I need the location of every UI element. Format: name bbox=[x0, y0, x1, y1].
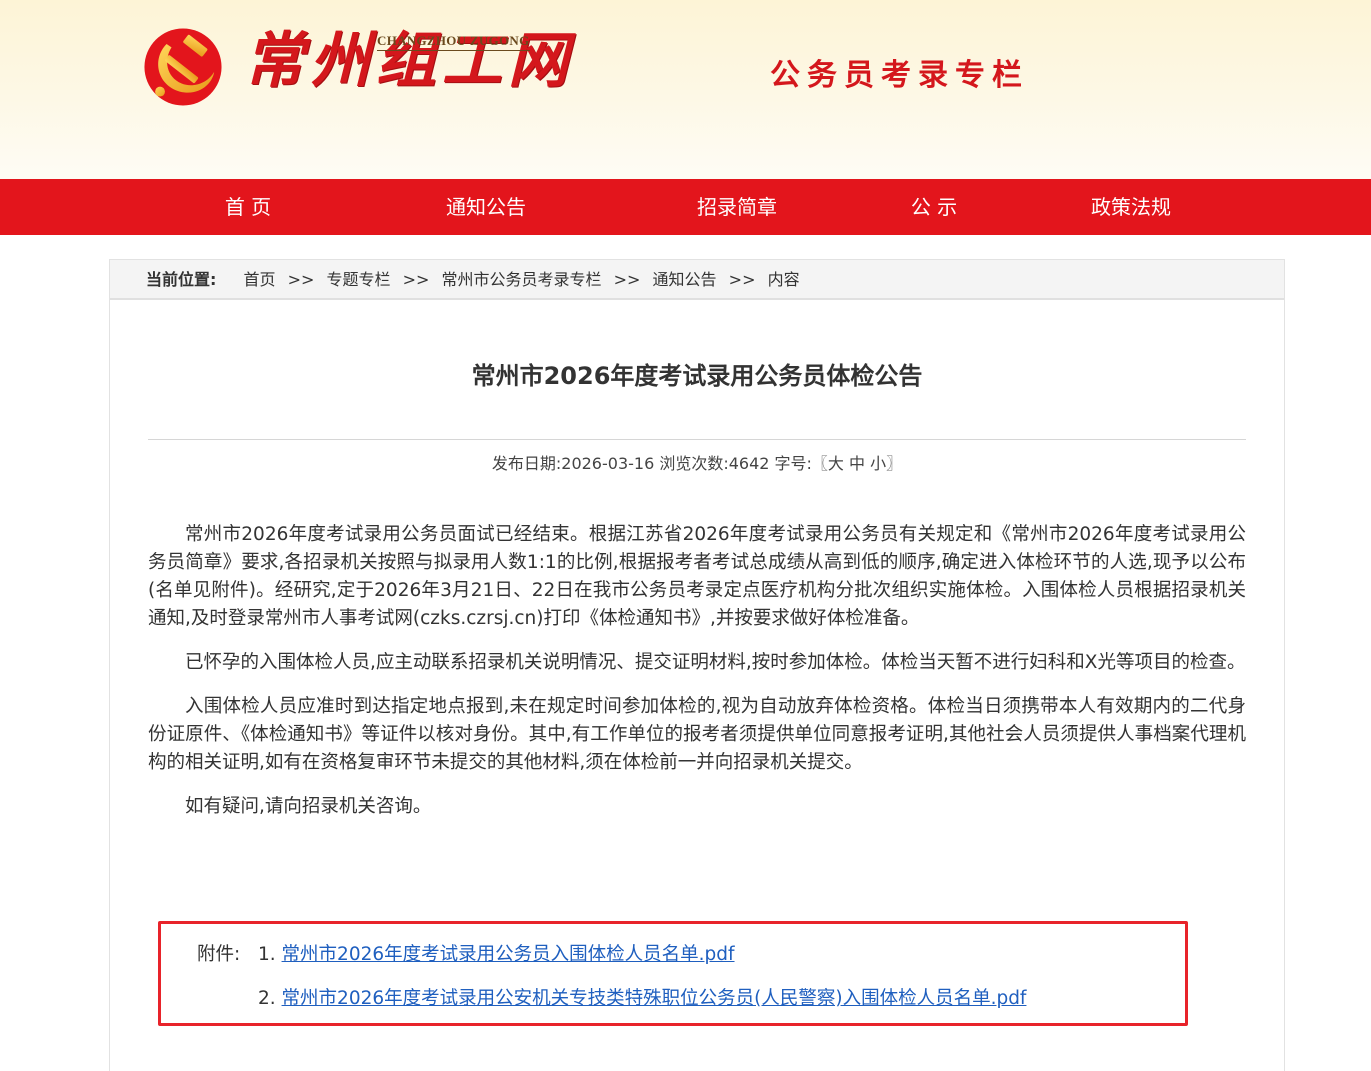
nav-item-policies[interactable]: 政策法规 bbox=[1091, 179, 1171, 235]
attachments-box: 附件: 1. 常州市2026年度考试录用公务员入围体检人员名单.pdf 2. 常… bbox=[158, 921, 1188, 1026]
attachment-link-1[interactable]: 常州市2026年度考试录用公务员入围体检人员名单.pdf bbox=[282, 944, 735, 965]
article-container: 当前位置: 首页 >> 专题专栏 >> 常州市公务员考录专栏 >> 通知公告 >… bbox=[109, 259, 1285, 1071]
attachment-item: 2. 常州市2026年度考试录用公安机关专技类特殊职位公务员(人民警察)入围体检… bbox=[258, 984, 1026, 1010]
breadcrumb-separator: >> bbox=[402, 270, 430, 289]
attachment-number: 2. bbox=[258, 988, 276, 1009]
nav-item-home[interactable]: 首 页 bbox=[225, 179, 271, 235]
attachment-item: 1. 常州市2026年度考试录用公务员入围体检人员名单.pdf bbox=[258, 940, 735, 966]
attachment-link-2[interactable]: 常州市2026年度考试录用公安机关专技类特殊职位公务员(人民警察)入围体检人员名… bbox=[282, 988, 1027, 1009]
article-meta: 发布日期:2026-03-16 浏览次数:4642 字号:〖大 中 小〗 bbox=[491, 454, 903, 473]
breadcrumb-item-topics[interactable]: 专题专栏 bbox=[327, 270, 391, 289]
site-logo-text[interactable]: 常州组工网 bbox=[244, 18, 574, 104]
breadcrumb-item-current: 内容 bbox=[767, 270, 800, 289]
nav-item-recruitment[interactable]: 招录简章 bbox=[697, 179, 777, 235]
breadcrumb-item-notices[interactable]: 通知公告 bbox=[653, 270, 717, 289]
article-paragraph: 如有疑问,请向招录机关咨询。 bbox=[185, 796, 432, 817]
breadcrumb-separator: >> bbox=[287, 270, 315, 289]
article-paragraph: 已怀孕的入围体检人员,应主动联系招录机关说明情况、提交证明材料,按时参加体检。体… bbox=[185, 652, 1246, 673]
nav-item-notices[interactable]: 通知公告 bbox=[446, 179, 526, 235]
main-nav: 首 页 通知公告 招录简章 公 示 政策法规 bbox=[0, 179, 1371, 235]
site-header: 常州组工网 CHANGZHOU ZUGONG 公务员考录专栏 bbox=[0, 0, 1371, 179]
article-body: 常州市2026年度考试录用公务员面试已经结束。根据江苏省2026年度考试录用公务… bbox=[148, 521, 1246, 837]
nav-item-public-notice[interactable]: 公 示 bbox=[911, 179, 957, 235]
breadcrumb: 当前位置: 首页 >> 专题专栏 >> 常州市公务员考录专栏 >> 通知公告 >… bbox=[110, 260, 1284, 300]
article-title: 常州市2026年度考试录用公务员体检公告 bbox=[471, 362, 923, 390]
party-emblem-icon bbox=[144, 28, 222, 106]
article-paragraph: 入围体检人员应准时到达指定地点报到,未在规定时间参加体检的,视为自动放弃体检资格… bbox=[148, 696, 1246, 773]
article-paragraph: 常州市2026年度考试录用公务员面试已经结束。根据江苏省2026年度考试录用公务… bbox=[148, 524, 1246, 629]
breadcrumb-label: 当前位置: bbox=[146, 270, 217, 289]
breadcrumb-item-column[interactable]: 常州市公务员考录专栏 bbox=[442, 270, 602, 289]
site-logo-english: CHANGZHOU ZUGONG bbox=[377, 33, 530, 51]
breadcrumb-item-home[interactable]: 首页 bbox=[244, 270, 276, 289]
column-title: 公务员考录专栏 bbox=[770, 58, 1029, 93]
breadcrumb-separator: >> bbox=[728, 270, 756, 289]
attachments-label: 附件: bbox=[197, 944, 241, 965]
attachment-number: 1. bbox=[258, 944, 276, 965]
breadcrumb-separator: >> bbox=[613, 270, 641, 289]
title-divider bbox=[148, 439, 1246, 440]
